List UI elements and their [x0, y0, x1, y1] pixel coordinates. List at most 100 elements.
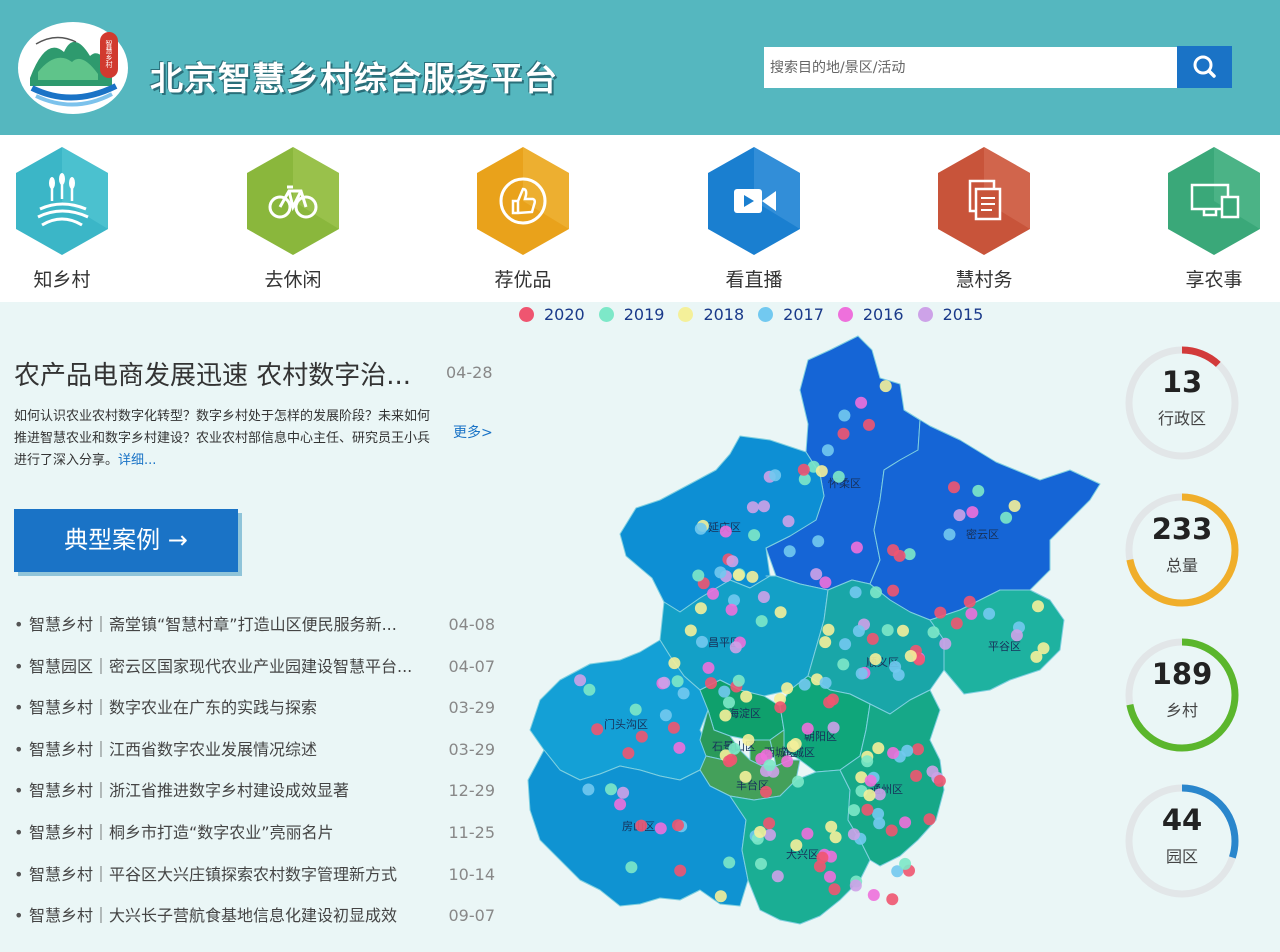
map-point[interactable] [732, 569, 745, 582]
map-point[interactable] [837, 427, 850, 440]
map-point[interactable] [939, 637, 952, 650]
map-point[interactable] [719, 525, 732, 538]
map-point[interactable] [849, 879, 862, 892]
map-point[interactable] [728, 742, 741, 755]
map-point[interactable] [769, 469, 782, 482]
map-point[interactable] [889, 660, 902, 673]
map-point[interactable] [838, 409, 851, 422]
map-point[interactable] [821, 444, 834, 457]
more-link[interactable]: 更多> [453, 422, 493, 442]
map-point[interactable] [810, 568, 823, 581]
map-point[interactable] [864, 774, 877, 787]
legend-item-2016[interactable]: 2016 [837, 303, 904, 325]
map-point[interactable] [705, 677, 717, 690]
map-point[interactable] [763, 759, 776, 772]
nav-item-jian-you-pin[interactable]: 荐优品 [463, 143, 583, 292]
nav-item-zhi-xiang-cun[interactable]: 知乡村 [2, 143, 122, 292]
map-point[interactable] [953, 509, 966, 522]
map-point[interactable] [847, 828, 860, 841]
map-point[interactable] [872, 742, 885, 755]
map-point[interactable] [672, 819, 684, 832]
news-item[interactable]: • 智慧园区｜密云区国家现代农业产业园建设智慧平台... 04-07 [14, 646, 498, 688]
map-point[interactable] [1037, 642, 1050, 655]
map-point[interactable] [694, 602, 707, 615]
map-point[interactable] [781, 755, 794, 768]
map-point[interactable] [748, 529, 761, 542]
map-point[interactable] [774, 701, 787, 714]
map-point[interactable] [760, 785, 772, 798]
map-point[interactable] [771, 870, 784, 883]
map-point[interactable] [739, 770, 752, 783]
map-point[interactable] [719, 709, 732, 722]
map-point[interactable] [729, 641, 742, 654]
map-point[interactable] [714, 566, 727, 579]
map-point[interactable] [903, 548, 916, 561]
map-point[interactable] [829, 831, 842, 844]
news-item[interactable]: • 智慧乡村｜浙江省推进数字乡村建设成效显著 12-29 [14, 770, 498, 812]
map-point[interactable] [812, 535, 825, 548]
news-title[interactable]: 智慧乡村｜江西省数字农业发展情况综述 [29, 729, 429, 771]
news-item[interactable]: • 智慧乡村｜斋堂镇“智慧村章”打造山区便民服务新... 04-08 [14, 604, 498, 646]
map-point[interactable] [934, 606, 947, 619]
map-point[interactable] [658, 676, 671, 689]
news-item[interactable]: • 智慧乡村｜江西省数字农业发展情况综述 03-29 [14, 729, 498, 771]
map-point[interactable] [972, 484, 985, 497]
map-point[interactable] [583, 683, 596, 696]
map-point[interactable] [696, 635, 708, 648]
map-point[interactable] [819, 636, 832, 649]
map-point[interactable] [881, 624, 894, 637]
nav-item-xiang-nong-shi[interactable]: 享农事 [1154, 143, 1274, 292]
map-point[interactable] [671, 675, 684, 688]
map-point[interactable] [870, 586, 882, 599]
beijing-map[interactable]: 怀柔区密云区延庆区昌平区顺义区平谷区门头沟区海淀区朝阳区石景山区西城区东城区丰台… [520, 330, 1110, 930]
search-button[interactable] [1177, 46, 1232, 88]
map-point[interactable] [789, 738, 802, 750]
map-point[interactable] [635, 730, 648, 743]
map-point[interactable] [872, 807, 885, 820]
news-title[interactable]: 智慧乡村｜浙江省推进数字乡村建设成效显著 [29, 770, 429, 812]
news-title[interactable]: 智慧乡村｜数字农业在广东的实践与探索 [29, 687, 429, 729]
map-point[interactable] [740, 690, 753, 703]
map-point[interactable] [725, 753, 738, 766]
map-point[interactable] [886, 893, 899, 906]
map-point[interactable] [887, 747, 900, 759]
map-point[interactable] [758, 500, 770, 513]
map-point[interactable] [668, 657, 681, 670]
map-point[interactable] [904, 650, 917, 662]
map-point[interactable] [1032, 600, 1044, 613]
map-point[interactable] [746, 570, 759, 583]
map-point[interactable] [901, 744, 914, 757]
news-item[interactable]: • 智慧乡村｜数字农业在广东的实践与探索 03-29 [14, 687, 498, 729]
map-point[interactable] [692, 569, 705, 582]
map-point[interactable] [825, 820, 838, 833]
map-point[interactable] [866, 632, 879, 645]
map-point[interactable] [885, 824, 898, 837]
map-point[interactable] [714, 890, 727, 903]
map-point[interactable] [863, 418, 875, 431]
map-point[interactable] [1010, 629, 1023, 642]
map-point[interactable] [774, 606, 787, 619]
map-point[interactable] [863, 789, 876, 802]
map-point[interactable] [674, 864, 687, 877]
map-point[interactable] [629, 703, 642, 716]
map-point[interactable] [822, 623, 835, 636]
map-point[interactable] [910, 769, 923, 782]
map-point[interactable] [926, 765, 939, 778]
map-point[interactable] [801, 827, 814, 840]
news-item[interactable]: • 智慧乡村｜桐乡市打造“数字农业”亮丽名片 11-25 [14, 812, 498, 854]
map-point[interactable] [963, 595, 976, 608]
map-point[interactable] [867, 889, 880, 901]
map-point[interactable] [591, 723, 604, 736]
map-point[interactable] [723, 856, 736, 869]
legend-item-2020[interactable]: 2020 [519, 303, 585, 325]
map-point[interactable] [850, 541, 863, 554]
map-point[interactable] [694, 522, 707, 535]
map-point[interactable] [742, 734, 755, 746]
site-logo[interactable]: 智慧乡村 [16, 16, 130, 116]
map-point[interactable] [723, 696, 735, 709]
map-point[interactable] [582, 783, 595, 796]
search-input[interactable] [764, 47, 1177, 88]
map-point[interactable] [861, 755, 874, 768]
map-point[interactable] [983, 607, 996, 620]
legend-item-2018[interactable]: 2018 [678, 303, 744, 325]
